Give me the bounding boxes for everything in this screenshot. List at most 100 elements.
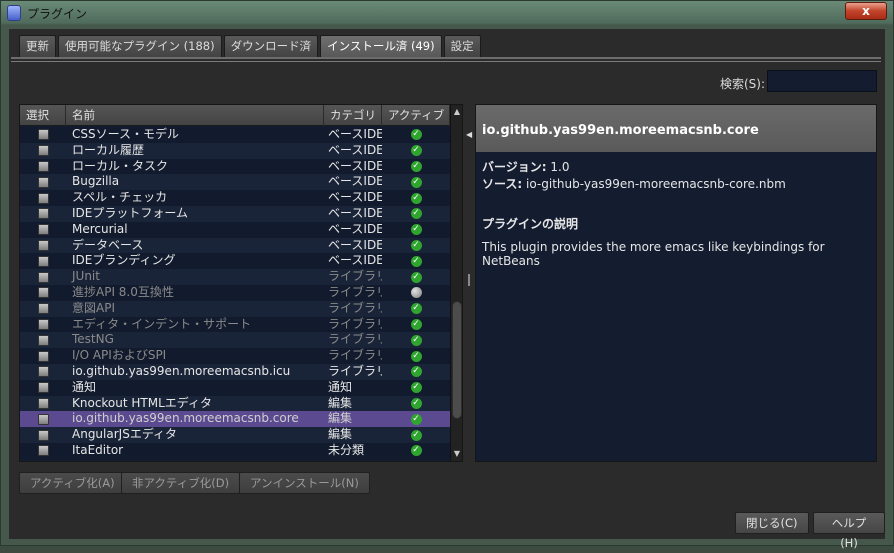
select-checkbox[interactable] xyxy=(37,208,49,220)
deactivate-button[interactable]: 非アクティブ化(D) xyxy=(121,472,241,494)
select-checkbox[interactable] xyxy=(37,429,49,441)
activate-button[interactable]: アクティブ化(A) xyxy=(19,472,126,494)
select-checkbox[interactable] xyxy=(37,287,49,299)
tab-settings[interactable]: 設定 xyxy=(443,35,481,57)
scroll-up-arrow-icon[interactable]: ▲ xyxy=(451,105,462,119)
table-row[interactable]: データベース ベースIDE ✓ xyxy=(20,237,450,254)
table-row[interactable]: ItaEditor 未分類 ✓ xyxy=(20,442,450,459)
table-scrollbar[interactable]: ▲ ▼ xyxy=(450,105,462,461)
active-check-icon: ✓ xyxy=(410,255,422,267)
plugin-category: 編集 xyxy=(328,427,353,442)
select-checkbox[interactable] xyxy=(37,303,49,315)
select-checkbox[interactable] xyxy=(37,224,49,236)
plugin-category: 編集 xyxy=(328,395,353,410)
table-row[interactable]: AngularJSエディタ 編集 ✓ xyxy=(20,427,450,443)
select-checkbox[interactable] xyxy=(37,350,49,362)
table-row[interactable]: JUnit ライブラリ ✓ xyxy=(20,269,450,285)
plugin-name: io.github.yas99en.moreemacsnb.core xyxy=(72,411,299,426)
title-bar[interactable]: プラグイン x xyxy=(1,1,893,25)
plugins-dialog: プラグイン x 更新 使用可能なプラグイン (188) ダウンロード済 インスト… xyxy=(0,0,894,550)
plugins-table: 選択 名前 カテゴリ アクティブ CSSソース・モデル ベースIDE ✓ ローカル履歴… xyxy=(19,104,463,462)
table-row[interactable]: エディタ・インデント・サポート ライブラリ ✓ xyxy=(20,316,450,333)
table-row[interactable]: IDEプラットフォーム ベースIDE ✓ xyxy=(20,205,450,222)
select-checkbox[interactable] xyxy=(37,366,49,378)
table-row[interactable]: ローカル履歴 ベースIDE ✓ xyxy=(20,142,450,159)
active-cell: ✓ xyxy=(382,159,450,175)
table-row[interactable]: TestNG ライブラリ ✓ xyxy=(20,332,450,349)
tab-updates[interactable]: 更新 xyxy=(19,35,56,57)
select-cell xyxy=(20,238,66,254)
table-row[interactable]: Mercurial ベースIDE ✓ xyxy=(20,221,450,238)
column-header-select[interactable]: 選択 xyxy=(20,105,66,126)
source-label: ソース: xyxy=(482,177,523,191)
close-button[interactable]: 閉じる(C) xyxy=(735,512,809,534)
select-cell xyxy=(20,206,66,222)
column-header-category[interactable]: カテゴリ xyxy=(324,105,382,126)
column-header-name[interactable]: 名前 xyxy=(66,105,324,126)
select-checkbox[interactable] xyxy=(37,255,49,267)
active-cell: ✓ xyxy=(382,269,450,285)
active-cell: ✓ xyxy=(382,222,450,238)
table-row[interactable]: 進捗API 8.0互換性 ライブラリ xyxy=(20,284,450,301)
select-checkbox[interactable] xyxy=(37,271,49,283)
plugin-name: TestNG xyxy=(72,332,114,347)
scroll-thumb[interactable] xyxy=(452,301,462,419)
table-row[interactable]: 意図API ライブラリ ✓ xyxy=(20,300,450,317)
active-check-icon: ✓ xyxy=(410,145,422,157)
version-value: 1.0 xyxy=(550,160,570,174)
select-checkbox[interactable] xyxy=(37,239,49,251)
search-input[interactable] xyxy=(767,70,877,92)
table-row[interactable]: CSSソース・モデル ベースIDE ✓ xyxy=(20,127,450,143)
select-checkbox[interactable] xyxy=(37,318,49,330)
plugin-category: ベースIDE xyxy=(328,190,382,205)
select-checkbox[interactable] xyxy=(37,397,49,409)
plugin-name: I/O APIおよびSPI xyxy=(72,348,167,363)
active-cell: ✓ xyxy=(382,143,450,159)
select-checkbox[interactable] xyxy=(37,445,49,457)
active-check-icon: ✓ xyxy=(410,350,422,362)
column-header-active[interactable]: アクティブ xyxy=(382,105,450,126)
collapse-left-arrow-icon[interactable]: ◀ xyxy=(466,130,472,139)
table-row[interactable]: io.github.yas99en.moreemacsnb.core 編集 ✓ xyxy=(20,411,450,428)
plugin-version: バージョン: 1.0 xyxy=(482,158,870,174)
table-row[interactable]: I/O APIおよびSPI ライブラリ ✓ xyxy=(20,348,450,364)
select-checkbox[interactable] xyxy=(37,145,49,157)
plugin-name: ItaEditor xyxy=(72,442,124,457)
select-checkbox[interactable] xyxy=(37,160,49,172)
select-checkbox[interactable] xyxy=(37,176,49,188)
select-cell xyxy=(20,285,66,301)
table-row[interactable]: スペル・チェッカ ベースIDE ✓ xyxy=(20,190,450,206)
window-close-button[interactable]: x xyxy=(845,2,887,20)
select-checkbox[interactable] xyxy=(37,192,49,204)
description-text: This plugin provides the more emacs like… xyxy=(482,240,825,268)
split-divider[interactable]: ◀ xyxy=(465,104,473,462)
table-header: 選択 名前 カテゴリ アクティブ xyxy=(20,105,450,126)
select-cell xyxy=(20,301,66,317)
table-row[interactable]: IDEブランディング ベースIDE ✓ xyxy=(20,253,450,270)
table-body: CSSソース・モデル ベースIDE ✓ ローカル履歴 ベースIDE ✓ ローカル・タスク ベー… xyxy=(20,127,450,459)
plugin-name: Knockout HTMLエディタ xyxy=(72,395,212,410)
select-checkbox[interactable] xyxy=(37,382,49,394)
plugin-name: データベース xyxy=(72,237,144,252)
uninstall-button[interactable]: アンインストール(N) xyxy=(239,472,370,494)
table-row[interactable]: ローカル・タスク ベースIDE ✓ xyxy=(20,158,450,175)
select-checkbox[interactable] xyxy=(37,129,49,141)
select-checkbox[interactable] xyxy=(37,413,49,425)
scroll-down-arrow-icon[interactable]: ▼ xyxy=(451,447,462,461)
table-row[interactable]: io.github.yas99en.moreemacsnb.icu ライブラリ ✓ xyxy=(20,363,450,380)
tab-available-plugins[interactable]: 使用可能なプラグイン (188) xyxy=(58,35,222,57)
table-row[interactable]: Knockout HTMLエディタ 編集 ✓ xyxy=(20,395,450,412)
tab-installed[interactable]: インストール済 (49) xyxy=(320,35,442,57)
table-row[interactable]: 通知 通知 ✓ xyxy=(20,379,450,396)
plugin-category: ベースIDE xyxy=(328,127,382,141)
select-cell xyxy=(20,190,66,206)
select-checkbox[interactable] xyxy=(37,334,49,346)
select-cell xyxy=(20,411,66,427)
active-check-icon: ✓ xyxy=(410,129,422,141)
split-grip[interactable] xyxy=(468,274,470,286)
select-cell xyxy=(20,269,66,285)
select-cell xyxy=(20,348,66,364)
tab-downloaded[interactable]: ダウンロード済 xyxy=(223,35,319,57)
table-row[interactable]: Bugzilla ベースIDE ✓ xyxy=(20,174,450,191)
help-button[interactable]: ヘルプ(H) xyxy=(813,512,885,550)
